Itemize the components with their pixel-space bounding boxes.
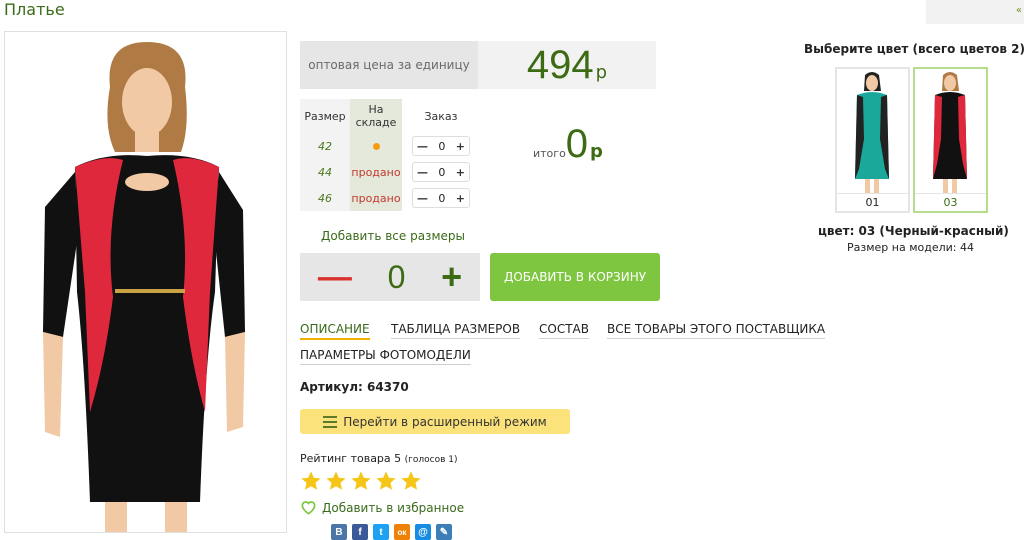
back-link[interactable]: « [926, 0, 1024, 24]
total-value: 0 [565, 122, 589, 166]
unit-price-currency: р [595, 61, 608, 83]
main-increment-button[interactable]: + [441, 256, 462, 298]
main-quantity-value[interactable]: 0 [388, 259, 406, 296]
color-swatch-code: 01 [837, 193, 908, 211]
size-table: Размер На складе Заказ 42 — 0 + 44 прода… [300, 99, 480, 211]
total-label: итого [533, 147, 566, 160]
tab-size-chart[interactable]: ТАБЛИЦА РАЗМЕРОВ [391, 322, 521, 339]
tab-composition[interactable]: СОСТАВ [539, 322, 589, 339]
rating-votes: (голосов 1) [404, 455, 458, 465]
color-swatch-image [915, 69, 986, 193]
add-to-favorites-label: Добавить в избранное [322, 500, 465, 515]
add-all-sizes-link[interactable]: Добавить все размеры [321, 229, 465, 243]
quantity-stepper: — 0 + [412, 188, 470, 208]
in-stock-dot-icon [372, 142, 380, 150]
tab-description[interactable]: ОПИСАНИЕ [300, 322, 370, 340]
increment-button[interactable]: + [456, 192, 465, 205]
add-to-favorites-link[interactable]: Добавить в избранное [300, 500, 464, 515]
extended-mode-button[interactable]: Перейти в расширенный режим [300, 409, 570, 434]
star-icon[interactable] [300, 470, 322, 492]
tab-supplier-products[interactable]: ВСЕ ТОВАРЫ ЭТОГО ПОСТАВЩИКА [607, 322, 826, 339]
total-currency: р [590, 141, 603, 162]
extended-mode-label: Перейти в расширенный режим [343, 414, 547, 429]
decrement-button[interactable]: — [417, 192, 428, 205]
star-icon[interactable] [350, 470, 372, 492]
color-swatch-code: 03 [915, 193, 986, 211]
size-cell: 46 [300, 185, 350, 211]
list-icon [323, 415, 338, 428]
decrement-button[interactable]: — [417, 166, 428, 179]
color-swatch-03[interactable]: 03 [913, 67, 988, 213]
size-cell: 44 [300, 159, 350, 185]
decrement-button[interactable]: — [417, 140, 428, 153]
quantity-stepper: — 0 + [412, 136, 470, 156]
stock-cell: продано [350, 159, 402, 185]
table-row: 44 продано — 0 + [300, 159, 480, 185]
unit-price: 494 р [478, 41, 656, 89]
header-stock: На складе [350, 99, 402, 133]
vk-icon[interactable]: В [331, 524, 347, 540]
add-to-cart-button[interactable]: ДОБАВИТЬ В КОРЗИНУ [490, 253, 660, 301]
quantity-value[interactable]: 0 [438, 140, 445, 153]
page-title: Платье [4, 0, 65, 19]
back-arrow-icon[interactable]: « [1016, 5, 1022, 16]
livejournal-icon[interactable]: ✎ [436, 524, 452, 540]
increment-button[interactable]: + [456, 166, 465, 179]
rating-label: Рейтинг товара 5 [300, 452, 402, 465]
product-photo[interactable] [4, 31, 287, 533]
facebook-icon[interactable]: f [352, 524, 368, 540]
main-quantity-stepper: — 0 + [300, 253, 480, 301]
unit-price-label: оптовая цена за единицу [300, 41, 478, 89]
main-decrement-button[interactable]: — [318, 258, 352, 297]
size-cell: 42 [300, 133, 350, 159]
article-number: Артикул: 64370 [300, 380, 409, 394]
star-icon[interactable] [325, 470, 347, 492]
selected-color-label: цвет: 03 (Черный-красный) [818, 224, 1009, 238]
stock-cell: продано [350, 185, 402, 211]
odnoklassniki-icon[interactable]: ок [394, 524, 410, 540]
star-icon[interactable] [400, 470, 422, 492]
header-size: Размер [300, 99, 350, 133]
table-row: 42 — 0 + [300, 133, 480, 159]
stock-cell [350, 133, 402, 159]
twitter-icon[interactable]: t [373, 524, 389, 540]
social-share: В f t ок @ ✎ [331, 524, 452, 540]
rating-text: Рейтинг товара 5 (голосов 1) [300, 452, 458, 465]
increment-button[interactable]: + [456, 140, 465, 153]
quantity-value[interactable]: 0 [438, 192, 445, 205]
order-total: итого 0 р [533, 122, 603, 167]
star-icon[interactable] [375, 470, 397, 492]
header-order: Заказ [402, 99, 480, 133]
color-chooser-title: Выберите цвет (всего цветов 2) [804, 42, 1024, 56]
quantity-value[interactable]: 0 [438, 166, 445, 179]
color-swatch-image [837, 69, 908, 193]
model-size-label: Размер на модели: 44 [847, 241, 974, 254]
rating-stars[interactable] [300, 470, 422, 492]
tab-model-params[interactable]: ПАРАМЕТРЫ ФОТОМОДЕЛИ [300, 348, 471, 365]
mailru-icon[interactable]: @ [415, 524, 431, 540]
heart-icon [301, 501, 316, 515]
table-row: 46 продано — 0 + [300, 185, 480, 211]
unit-price-value: 494 [526, 42, 594, 87]
color-swatch-01[interactable]: 01 [835, 67, 910, 213]
quantity-stepper: — 0 + [412, 162, 470, 182]
